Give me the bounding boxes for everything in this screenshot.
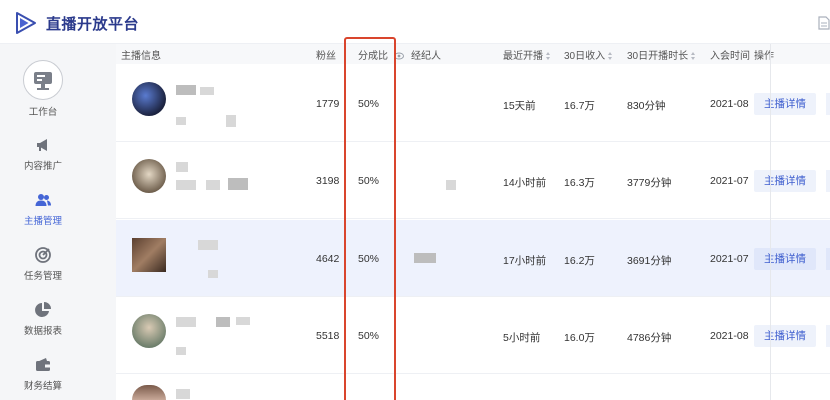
header-streamer-info: 主播信息 [121, 51, 161, 62]
streamer-detail-button[interactable]: 主播详情 [754, 170, 816, 192]
target-icon [35, 247, 51, 263]
main-content: 主播信息 粉丝 分成比 经纪人 最近开播 30日收入 30日开播时长 入会时间 … [94, 44, 830, 400]
duration-30d: 3691分钟 [627, 255, 672, 267]
streamer-avatar [132, 314, 166, 348]
header-action: 操作 [754, 51, 774, 62]
table-row: 3198 50% 14小时前 16.3万 3779分钟 2021-07 主播详情 [116, 142, 830, 219]
joined-date: 2021-08 [710, 330, 749, 342]
sidebar-item-label: 财务结算 [23, 381, 62, 392]
table-row-highlighted: 4642 50% 17小时前 16.2万 3691分钟 2021-07 主播详情 [116, 220, 830, 297]
streamer-avatar [132, 238, 166, 272]
streamer-avatar [132, 385, 166, 400]
top-bar: 直播开放平台 [0, 0, 830, 44]
share-ratio-annotation-box [344, 37, 396, 400]
sidebar-item-label: 主播管理 [23, 216, 62, 227]
recent-live: 14小时前 [503, 177, 547, 189]
sort-icon[interactable] [691, 51, 696, 61]
redacted-id [226, 115, 236, 127]
next-action-button[interactable] [826, 170, 830, 192]
redacted-name [176, 162, 188, 172]
redacted-id [208, 270, 218, 278]
redacted-agent [414, 253, 436, 263]
sidebar-item-label: 工作台 [28, 107, 58, 118]
recent-live: 17小时前 [503, 255, 547, 267]
redacted-agent [446, 180, 456, 190]
redacted-name [176, 180, 196, 190]
joined-date: 2021-07 [710, 253, 749, 265]
header-duration-label: 30日开播时长 [627, 51, 689, 62]
income-30d: 16.7万 [564, 100, 595, 112]
next-action-button[interactable] [826, 93, 830, 115]
redacted-id [228, 178, 248, 190]
wallet-icon [36, 358, 50, 371]
header-income[interactable]: 30日收入 [564, 47, 613, 62]
sort-icon[interactable] [608, 51, 613, 61]
joined-date: 2021-08 [710, 98, 749, 110]
sidebar-item-label: 数据报表 [23, 326, 62, 337]
next-action-button[interactable] [826, 325, 830, 347]
sidebar-item-promotion[interactable]: 内容推广 [0, 136, 86, 172]
play-logo-icon [16, 12, 36, 34]
header-duration[interactable]: 30日开播时长 [627, 47, 696, 62]
sidebar-item-streamers[interactable]: 主播管理 [0, 191, 86, 227]
fans-count: 1779 [316, 98, 340, 110]
fans-count: 4642 [316, 253, 340, 265]
workbench-icon [23, 60, 63, 100]
redacted-name [236, 317, 250, 325]
table-row [116, 375, 830, 400]
income-30d: 16.3万 [564, 177, 595, 189]
redacted-name [176, 389, 190, 399]
sidebar-item-label: 内容推广 [23, 161, 62, 172]
header-recent-label: 最近开播 [503, 51, 543, 62]
header-joined: 入会时间 [710, 51, 750, 62]
sidebar: 工作台 内容推广 主播管理 任务管理 数据报表 财务结算 [0, 44, 94, 400]
megaphone-icon [37, 139, 47, 151]
redacted-name [198, 240, 218, 250]
streamer-avatar [132, 82, 166, 116]
sidebar-item-label: 任务管理 [23, 271, 62, 282]
header-agent: 经纪人 [411, 51, 441, 62]
header-income-label: 30日收入 [564, 51, 606, 62]
table-row: 1779 50% 15天前 16.7万 830分钟 2021-08 主播详情 [116, 65, 830, 142]
duration-30d: 830分钟 [627, 100, 666, 112]
header-recent-live[interactable]: 最近开播 [503, 47, 551, 62]
redacted-id [206, 180, 220, 190]
recent-live: 5小时前 [503, 332, 541, 344]
duration-30d: 3779分钟 [627, 177, 672, 189]
header-fans: 粉丝 [316, 51, 336, 62]
income-30d: 16.2万 [564, 255, 595, 267]
streamer-detail-button[interactable]: 主播详情 [754, 325, 816, 347]
table-row: 5518 50% 5小时前 16.0万 4786分钟 2021-08 主播详情 [116, 297, 830, 374]
sort-icon[interactable] [546, 51, 551, 61]
app-title: 直播开放平台 [46, 16, 140, 33]
streamer-avatar [132, 159, 166, 193]
streamer-detail-button[interactable]: 主播详情 [754, 93, 816, 115]
sidebar-item-reports[interactable]: 数据报表 [0, 301, 86, 337]
joined-date: 2021-07 [710, 175, 749, 187]
redacted-name [176, 317, 196, 327]
document-icon[interactable] [818, 16, 830, 30]
sidebar-item-workbench[interactable]: 工作台 [0, 60, 86, 118]
recent-live: 15天前 [503, 100, 536, 112]
redacted-id [176, 347, 186, 355]
next-action-button[interactable] [826, 248, 830, 270]
income-30d: 16.0万 [564, 332, 595, 344]
redacted-name [176, 85, 196, 95]
sidebar-item-tasks[interactable]: 任务管理 [0, 246, 86, 282]
streamer-table: 主播信息 粉丝 分成比 经纪人 最近开播 30日收入 30日开播时长 入会时间 … [116, 44, 830, 400]
redacted-id [176, 117, 186, 125]
redacted-name [200, 87, 214, 95]
redacted-name [216, 317, 230, 327]
streamer-detail-button[interactable]: 主播详情 [754, 248, 816, 270]
pie-chart-icon [35, 302, 51, 317]
users-icon [35, 194, 51, 206]
sidebar-item-finance[interactable]: 财务结算 [0, 356, 86, 392]
fixed-column-divider [770, 44, 771, 400]
fans-count: 3198 [316, 175, 340, 187]
table-header: 主播信息 粉丝 分成比 经纪人 最近开播 30日收入 30日开播时长 入会时间 … [116, 44, 830, 64]
fans-count: 5518 [316, 330, 340, 342]
duration-30d: 4786分钟 [627, 332, 672, 344]
